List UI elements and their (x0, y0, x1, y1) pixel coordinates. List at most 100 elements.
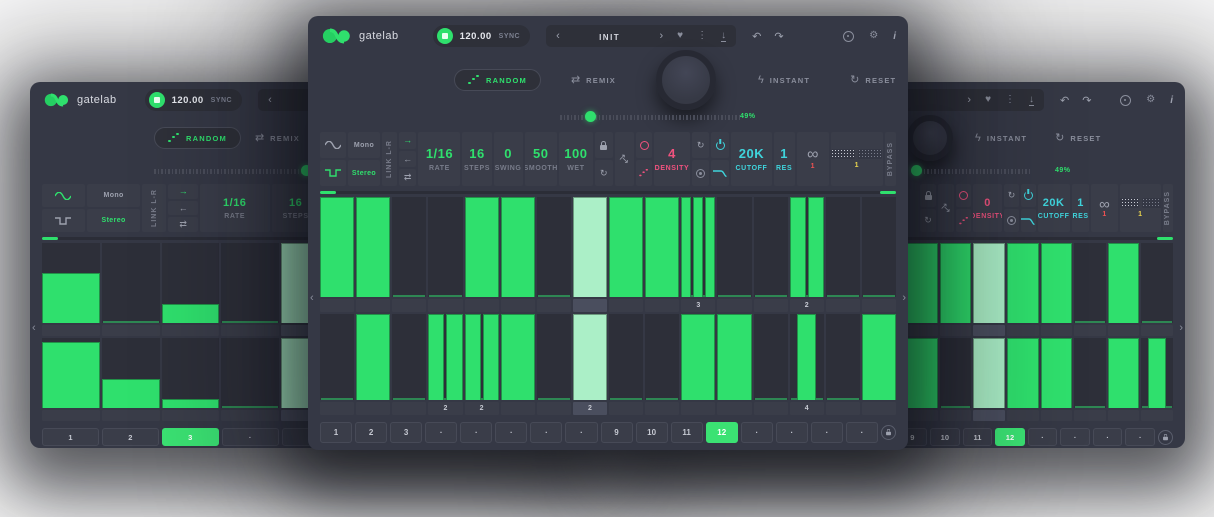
step-button[interactable]: · (846, 422, 878, 443)
seq-step-cell[interactable] (906, 338, 938, 408)
seq-step-cell[interactable] (42, 243, 100, 323)
divider-cell[interactable]: 3 (681, 299, 715, 312)
seq-step-cell[interactable] (465, 197, 499, 297)
more-kebab-icon[interactable]: ⋮ (1005, 95, 1015, 105)
seq-step-cell[interactable] (906, 243, 938, 323)
filter-curve-icon[interactable] (711, 160, 729, 186)
seq-step-cell[interactable] (790, 197, 824, 297)
reset-button[interactable]: ↻ RESET (1055, 133, 1101, 144)
seq-step-cell[interactable] (1108, 243, 1140, 323)
density-cell[interactable]: 4 DENSITY (654, 132, 690, 186)
res-cell[interactable]: 1 RES (774, 132, 795, 186)
instant-button[interactable]: ϟ INSTANT (758, 75, 810, 86)
divider-cell[interactable] (754, 299, 788, 312)
seq-step-cell[interactable] (320, 197, 354, 297)
seq-step-cell[interactable] (1041, 338, 1073, 408)
divider-cell[interactable] (1074, 410, 1106, 421)
random-button[interactable]: RANDOM (154, 127, 241, 149)
seq-step-cell[interactable] (1074, 243, 1106, 323)
divider-cell[interactable]: 2 (428, 402, 462, 415)
scroll-right-icon[interactable]: › (1179, 322, 1183, 334)
seq-step-cell[interactable] (790, 314, 824, 400)
step-button[interactable]: 9 (601, 422, 633, 443)
preset-next-button[interactable]: › (967, 95, 971, 106)
divider-cell[interactable] (906, 410, 938, 421)
seq-step-cell[interactable] (102, 338, 160, 408)
steps-cell[interactable]: 16 STEPS (462, 132, 491, 186)
seq-step-cell[interactable] (681, 197, 715, 297)
divider-cell[interactable] (862, 299, 896, 312)
step-button[interactable]: 2 (102, 428, 159, 446)
step-button[interactable]: · (495, 422, 527, 443)
seq-step-cell[interactable] (1141, 338, 1173, 408)
sync-label[interactable]: SYNC (499, 33, 520, 40)
density-dice-icon[interactable] (636, 160, 652, 186)
seq-step-cell[interactable] (940, 243, 972, 323)
step-button[interactable]: 10 (636, 422, 668, 443)
divider-cell[interactable]: 2 (790, 299, 824, 312)
seq-step-cell[interactable] (826, 197, 860, 297)
step-button[interactable]: · (1060, 428, 1090, 446)
rate-cell[interactable]: 1/16 RATE (200, 184, 270, 232)
divider-cell[interactable] (717, 299, 751, 312)
lock-icon[interactable] (920, 184, 936, 207)
step-button[interactable]: 10 (930, 428, 960, 446)
divider-cell[interactable]: 4 (790, 402, 824, 415)
step-button[interactable]: · (1028, 428, 1058, 446)
seq-step-cell[interactable] (973, 243, 1005, 323)
step-button[interactable]: 12 (706, 422, 738, 443)
seq-step-cell[interactable] (573, 314, 607, 400)
divider-cell[interactable] (940, 410, 972, 421)
seq-step-cell[interactable] (102, 243, 160, 323)
step-button[interactable]: · (565, 422, 597, 443)
divider-cell[interactable] (1007, 325, 1039, 336)
seq-step-cell[interactable] (392, 197, 426, 297)
divider-cell[interactable] (1141, 325, 1173, 336)
shuffle-cell[interactable]: ↗↘ (938, 184, 954, 232)
seq-step-cell[interactable] (356, 197, 390, 297)
filter-power-icon[interactable] (1021, 184, 1036, 207)
theme-toggle-icon[interactable] (1120, 95, 1131, 106)
texture-swatch-a[interactable] (1120, 198, 1139, 208)
preset-next-button[interactable]: › (660, 31, 664, 42)
target-icon[interactable] (1004, 209, 1019, 232)
seq-step-cell[interactable] (428, 314, 462, 400)
step-button[interactable]: 2 (355, 422, 387, 443)
divider-cell[interactable] (1041, 410, 1073, 421)
divider-cell[interactable]: 2 (465, 402, 499, 415)
divider-cell[interactable] (465, 299, 499, 312)
seq-step-cell[interactable] (537, 314, 571, 400)
divider-cell[interactable] (826, 402, 860, 415)
step-button[interactable]: 1 (42, 428, 99, 446)
seq-step-cell[interactable] (1108, 338, 1140, 408)
stereo-button[interactable]: Stereo (87, 209, 141, 232)
forward-arrow-button[interactable]: → (168, 184, 197, 199)
info-icon[interactable]: i (1170, 95, 1173, 106)
gate-slider[interactable]: 49% (913, 162, 1041, 180)
seq-step-cell[interactable] (1041, 243, 1073, 323)
bpm-value[interactable]: 120.00 (172, 95, 204, 106)
seq-step-cell[interactable] (754, 197, 788, 297)
seq-step-cell[interactable] (162, 338, 220, 408)
texture-cell[interactable]: 1 (1120, 184, 1161, 232)
texture-swatch-b[interactable] (858, 149, 882, 159)
step-button[interactable]: 12 (995, 428, 1025, 446)
step-button[interactable]: · (425, 422, 457, 443)
seq-step-cell[interactable] (320, 314, 354, 400)
seq-step-cell[interactable] (1007, 243, 1039, 323)
seq-step-cell[interactable] (221, 243, 279, 323)
backward-arrow-button[interactable]: ← (399, 151, 417, 168)
slider-handle[interactable] (585, 111, 596, 122)
swing-cell[interactable]: 0 SWING (494, 132, 523, 186)
sine-wave-button[interactable] (320, 132, 346, 158)
seq-step-cell[interactable] (392, 314, 426, 400)
square-wave-button[interactable] (320, 160, 346, 186)
mono-button[interactable]: Mono (87, 184, 141, 207)
seq-step-cell[interactable] (862, 314, 896, 400)
backward-arrow-button[interactable]: ← (168, 201, 197, 216)
seq-step-cell[interactable] (717, 197, 751, 297)
step-button[interactable]: · (776, 422, 808, 443)
main-knob[interactable] (656, 50, 716, 110)
cycle-icon[interactable]: ↻ (1004, 184, 1019, 207)
filter-power-icon[interactable] (711, 132, 729, 158)
